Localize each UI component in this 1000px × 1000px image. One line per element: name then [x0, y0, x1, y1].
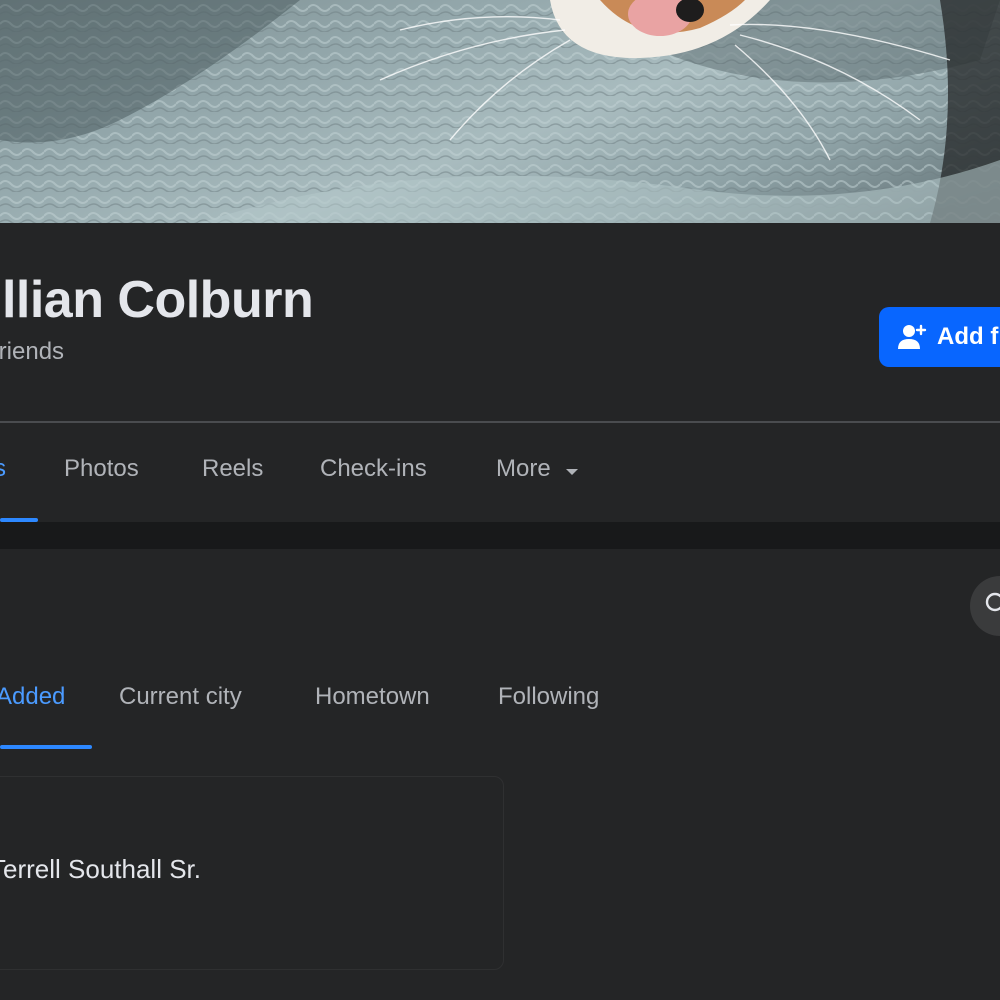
add-friend-label: Add f [937, 323, 999, 350]
caret-down-icon [565, 456, 579, 484]
tab-more[interactable]: More [496, 455, 579, 484]
tab-reels[interactable]: Reels [202, 455, 263, 483]
tab-friends[interactable]: s [0, 455, 6, 483]
tab-check-ins[interactable]: Check-ins [320, 455, 427, 483]
person-plus-icon [897, 322, 927, 352]
subtab-following[interactable]: Following [498, 683, 599, 711]
friends-count[interactable]: friends [0, 338, 64, 366]
subtab-current-city[interactable]: Current city [119, 683, 242, 711]
header-divider [0, 421, 1000, 423]
add-friend-button[interactable]: Add f [879, 307, 1000, 367]
subtab-active-indicator [0, 745, 92, 749]
subtab-recently-added[interactable]: Added [0, 683, 65, 711]
subtab-hometown[interactable]: Hometown [315, 683, 430, 711]
cover-photo[interactable] [0, 0, 1000, 223]
friend-name[interactable]: Terrell Southall Sr. [0, 854, 201, 885]
search-icon [984, 591, 1000, 622]
cover-photo-image [0, 0, 1000, 223]
tab-photos[interactable]: Photos [64, 455, 139, 483]
section-separator [0, 522, 1000, 549]
tab-more-label: More [496, 455, 551, 482]
profile-name: illian Colburn [0, 271, 314, 329]
